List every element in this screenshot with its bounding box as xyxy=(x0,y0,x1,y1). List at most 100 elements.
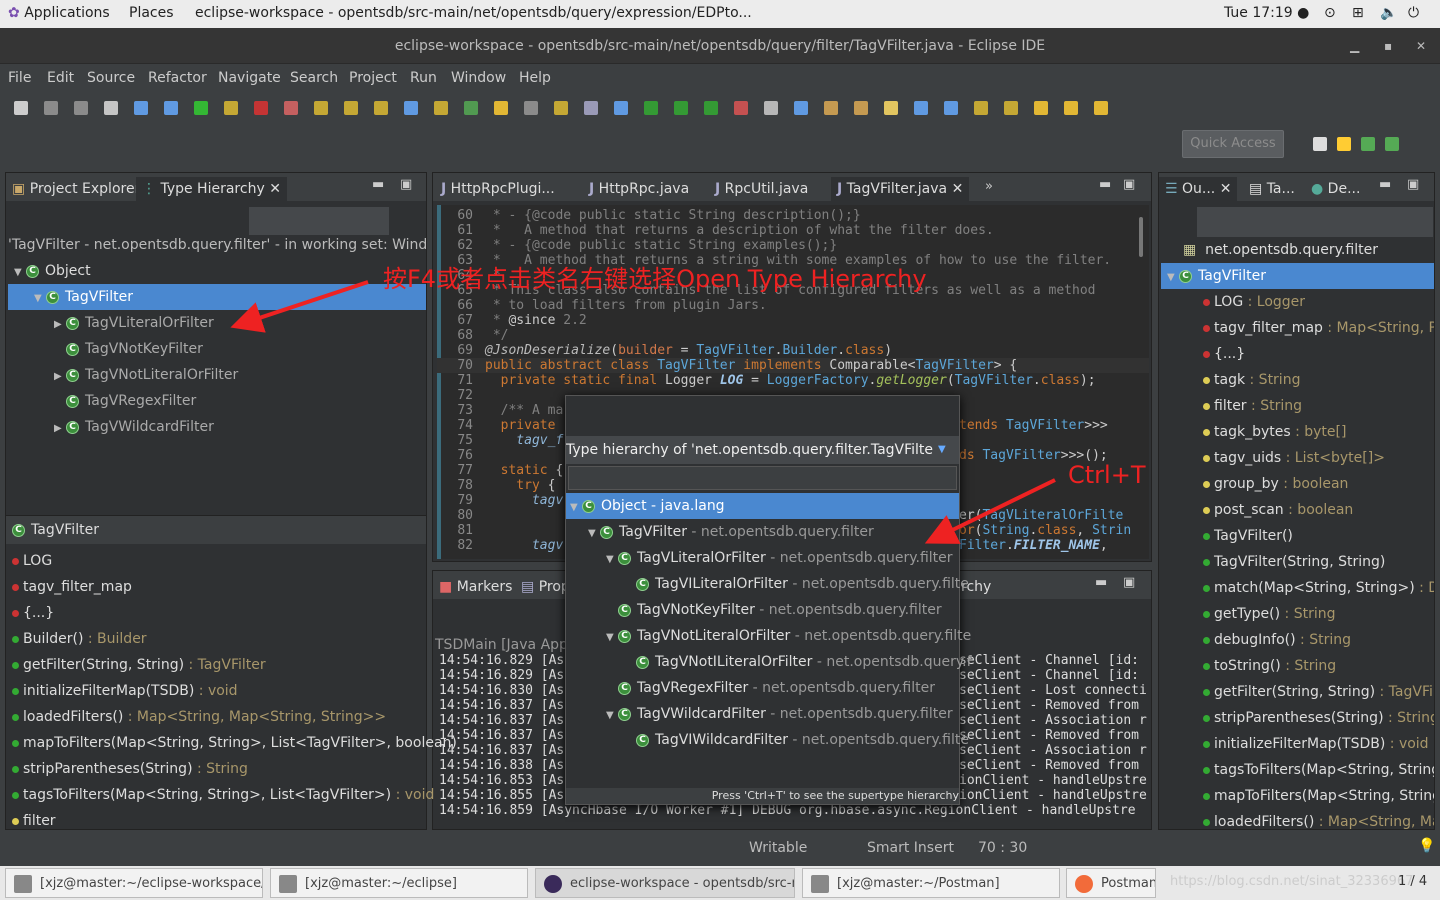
popup-filter-input[interactable] xyxy=(568,466,957,490)
more-tabs-icon[interactable]: » xyxy=(985,179,993,194)
hierarchy-node[interactable]: C TagVRegexFilter xyxy=(8,388,426,414)
member-item[interactable]: initializeFilterMap(TSDB) : void xyxy=(12,678,238,704)
popup-hierarchy-node[interactable]: ▼ C TagVWildcardFilter - net.opentsdb.quer… xyxy=(566,701,959,727)
toolbar-button-icon[interactable] xyxy=(194,101,208,115)
outline-item[interactable]: TagVFilter() xyxy=(1161,523,1434,549)
tab-outline[interactable]: ☰ Ou... ✕ xyxy=(1159,177,1238,201)
tab-project-explorer[interactable]: ▣ Project Explorer xyxy=(6,177,146,201)
expand-toggle-icon[interactable]: ▼ xyxy=(14,260,26,286)
toolbar-button-icon[interactable] xyxy=(74,101,88,115)
hierarchy-node[interactable]: ▼ C TagVFilter xyxy=(8,284,426,310)
toolbar-button-icon[interactable] xyxy=(914,101,928,115)
toolbar-button-icon[interactable] xyxy=(644,101,658,115)
outline-item[interactable]: stripParentheses(String) : String xyxy=(1161,705,1434,731)
close-button[interactable]: ✕ xyxy=(1416,28,1426,64)
outline-item[interactable]: {...} xyxy=(1161,341,1434,367)
toolbar-button-icon[interactable] xyxy=(104,101,118,115)
popup-hierarchy-node[interactable]: C TagVILiteralOrFilter - net.opentsdb.que… xyxy=(566,571,969,597)
expand-toggle-icon[interactable]: ▼ xyxy=(606,547,618,573)
toolbar-button-icon[interactable] xyxy=(434,101,448,115)
outline-item[interactable]: LOG : Logger xyxy=(1161,289,1434,315)
minimize-view-icon[interactable]: ▬ xyxy=(372,177,384,192)
perspective-icon[interactable] xyxy=(1313,137,1327,151)
toolbar-button-icon[interactable] xyxy=(164,101,178,115)
close-tab-icon[interactable]: ✕ xyxy=(269,181,281,197)
tab-type-hierarchy[interactable]: ⋮ Type Hierarchy ✕ xyxy=(136,177,287,201)
toolbar-button-icon[interactable] xyxy=(374,101,388,115)
task-terminal-workspace[interactable]: [xjz@master:~/eclipse-workspace/o... xyxy=(5,868,263,898)
toolbar-button-icon[interactable] xyxy=(134,101,148,115)
minimize-button[interactable]: ▁ xyxy=(1350,28,1359,64)
menu-file[interactable]: File xyxy=(8,70,31,86)
outline-item[interactable]: post_scan : boolean xyxy=(1161,497,1434,523)
toolbar-button-icon[interactable] xyxy=(674,101,688,115)
member-item[interactable]: filter xyxy=(12,808,56,834)
task-postman[interactable]: Postman xyxy=(1066,868,1156,898)
toolbar-button-icon[interactable] xyxy=(404,101,418,115)
editor-tab[interactable]: J HttpRpcPlugi... xyxy=(435,177,561,201)
clock[interactable]: Tue 17:19 ● xyxy=(1224,5,1309,21)
member-item[interactable]: tagv_filter_map xyxy=(12,574,132,600)
editor-tab[interactable]: J TagVFilter.java ✕ xyxy=(831,177,970,201)
menu-help[interactable]: Help xyxy=(519,70,551,86)
outline-item[interactable]: tagv_filter_map : Map<String, Pai xyxy=(1161,315,1434,341)
outline-item[interactable]: filter : String xyxy=(1161,393,1434,419)
toolbar-button-icon[interactable] xyxy=(944,101,958,115)
outline-item[interactable]: tagsToFilters(Map<String, String> xyxy=(1161,757,1434,783)
toolbar-button-icon[interactable] xyxy=(1004,101,1018,115)
toolbar-button-icon[interactable] xyxy=(794,101,808,115)
volume-icon[interactable]: 🔈 xyxy=(1380,5,1397,21)
expand-toggle-icon[interactable]: ▼ xyxy=(606,625,618,651)
member-item[interactable]: stripParentheses(String) : String xyxy=(12,756,248,782)
popup-hierarchy-node[interactable]: ▼ C Object - java.lang xyxy=(566,493,959,519)
maximize-outline-icon[interactable]: ▣ xyxy=(1407,177,1419,192)
member-item[interactable]: tagsToFilters(Map<String, String>, List<… xyxy=(12,782,434,808)
quick-access-input[interactable]: Quick Access xyxy=(1182,130,1284,158)
toolbar-button-icon[interactable] xyxy=(1094,101,1108,115)
popup-hierarchy-node[interactable]: ▼ C TagVLiteralOrFilter - net.opentsdb.que… xyxy=(566,545,959,571)
member-item[interactable]: {...} xyxy=(12,600,54,626)
outline-item[interactable]: debugInfo() : String xyxy=(1161,627,1434,653)
menu-window[interactable]: Window xyxy=(451,70,506,86)
hierarchy-node[interactable]: C TagVNotKeyFilter xyxy=(8,336,426,362)
toolbar-button-icon[interactable] xyxy=(584,101,598,115)
menu-source[interactable]: Source xyxy=(87,70,135,86)
maximize-console-icon[interactable]: ▣ xyxy=(1123,575,1135,590)
task-eclipse[interactable]: eclipse-workspace - opentsdb/src-m... xyxy=(535,868,795,898)
member-item[interactable]: Builder() : Builder xyxy=(12,626,147,652)
outline-item[interactable]: tagk : String xyxy=(1161,367,1434,393)
member-item[interactable]: loadedFilters() : Map<String, Map<String… xyxy=(12,704,386,730)
menu-edit[interactable]: Edit xyxy=(47,70,74,86)
toolbar-button-icon[interactable] xyxy=(974,101,988,115)
expand-toggle-icon[interactable]: ▶ xyxy=(54,416,66,442)
member-item[interactable]: LOG xyxy=(12,548,52,574)
outline-item[interactable]: ▼ C TagVFilter xyxy=(1161,263,1434,289)
toolbar-button-icon[interactable] xyxy=(764,101,778,115)
close-tab-icon[interactable]: ✕ xyxy=(952,181,964,197)
maximize-view-icon[interactable]: ▣ xyxy=(400,177,412,192)
close-tab-icon[interactable]: ✕ xyxy=(1220,181,1232,197)
menu-refactor[interactable]: Refactor xyxy=(148,70,207,86)
editor-scrollbar[interactable] xyxy=(1139,217,1143,257)
tab-declaration[interactable]: ● De... xyxy=(1305,177,1366,201)
expand-toggle-icon[interactable]: ▼ xyxy=(588,521,600,547)
toolbar-button-icon[interactable] xyxy=(14,101,28,115)
member-item[interactable]: getFilter(String, String) : TagVFilter xyxy=(12,652,266,678)
expand-toggle-icon[interactable]: ▶ xyxy=(54,312,66,338)
popup-hierarchy-node[interactable]: C TagVNotKeyFilter - net.opentsdb.query.f… xyxy=(566,597,959,623)
toolbar-button-icon[interactable] xyxy=(224,101,238,115)
toolbar-button-icon[interactable] xyxy=(554,101,568,115)
outline-item[interactable]: tagv_uids : List<byte[]> xyxy=(1161,445,1434,471)
toolbar-button-icon[interactable] xyxy=(1034,101,1048,115)
toolbar-button-icon[interactable] xyxy=(1064,101,1078,115)
outline-item[interactable]: getFilter(String, String) : TagVFilt xyxy=(1161,679,1434,705)
toolbar-button-icon[interactable] xyxy=(464,101,478,115)
toolbar-button-icon[interactable] xyxy=(494,101,508,115)
task-terminal-eclipse[interactable]: [xjz@master:~/eclipse] xyxy=(270,868,528,898)
toolbar-button-icon[interactable] xyxy=(44,101,58,115)
toolbar-button-icon[interactable] xyxy=(884,101,898,115)
hierarchy-node[interactable]: ▼ C Object xyxy=(8,258,426,284)
maximize-editor-icon[interactable]: ▣ xyxy=(1123,177,1135,192)
editor-tab[interactable]: J HttpRpc.java xyxy=(583,177,695,201)
toolbar-button-icon[interactable] xyxy=(614,101,628,115)
